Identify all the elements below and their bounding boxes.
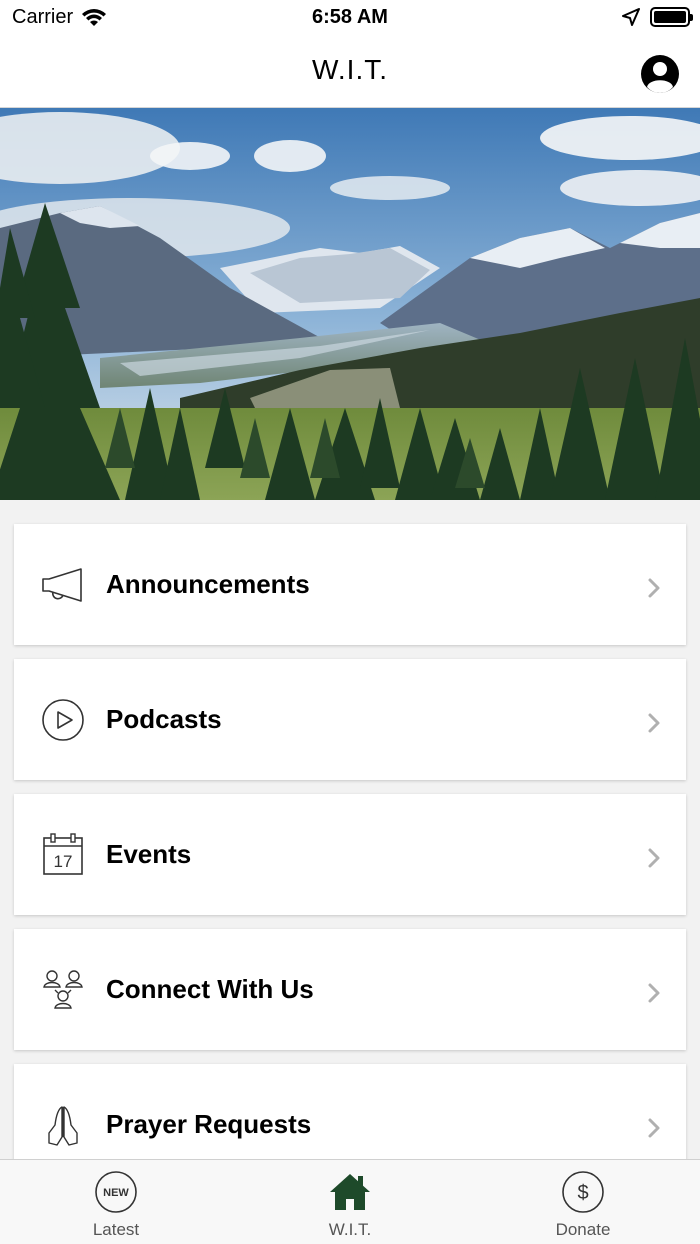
page-title: W.I.T. bbox=[312, 54, 388, 85]
menu-item-label: Prayer Requests bbox=[106, 1109, 312, 1139]
people-group-icon bbox=[40, 967, 86, 1013]
megaphone-icon bbox=[40, 562, 86, 608]
menu-item-podcasts[interactable]: Podcasts bbox=[14, 659, 686, 780]
chevron-right-icon bbox=[648, 983, 660, 1003]
new-badge-text: NEW bbox=[103, 1187, 129, 1199]
bottom-tab-bar: NEW Latest W.I.T. $ Donate bbox=[0, 1159, 700, 1244]
chevron-right-icon bbox=[648, 848, 660, 868]
hero-landscape-image bbox=[0, 108, 700, 500]
tab-wit[interactable]: W.I.T. bbox=[290, 1170, 410, 1240]
chevron-right-icon bbox=[648, 713, 660, 733]
status-indicators bbox=[622, 7, 693, 27]
tab-label: Donate bbox=[555, 1220, 611, 1239]
navigation-bar: W.I.T. bbox=[0, 36, 700, 108]
new-badge-icon: NEW bbox=[95, 1171, 137, 1213]
main-menu-list: Announcements Podcasts 17 Events Connect… bbox=[14, 524, 686, 1199]
menu-item-connect-with-us[interactable]: Connect With Us bbox=[14, 929, 686, 1050]
dollar-circle-icon: $ bbox=[562, 1171, 604, 1213]
profile-icon[interactable] bbox=[640, 54, 680, 94]
chevron-right-icon bbox=[648, 578, 660, 598]
dollar-sign-text: $ bbox=[577, 1182, 588, 1204]
menu-item-label: Connect With Us bbox=[106, 974, 314, 1004]
battery-icon bbox=[650, 7, 693, 27]
status-bar: Carrier 6:58 AM bbox=[0, 0, 700, 36]
tab-latest[interactable]: NEW Latest bbox=[56, 1170, 176, 1240]
status-time: 6:58 AM bbox=[312, 6, 388, 28]
menu-item-announcements[interactable]: Announcements bbox=[14, 524, 686, 645]
tab-label: Latest bbox=[92, 1220, 140, 1239]
calendar-icon: 17 bbox=[40, 832, 86, 878]
chevron-right-icon bbox=[648, 1118, 660, 1138]
location-arrow-icon bbox=[622, 8, 640, 26]
menu-item-label: Podcasts bbox=[106, 704, 222, 734]
calendar-day-number: 17 bbox=[54, 852, 73, 871]
menu-item-label: Events bbox=[106, 839, 192, 869]
tab-label: W.I.T. bbox=[328, 1220, 372, 1239]
tab-donate[interactable]: $ Donate bbox=[523, 1170, 643, 1240]
menu-item-label: Announcements bbox=[106, 569, 310, 599]
menu-item-events[interactable]: 17 Events bbox=[14, 794, 686, 915]
praying-hands-icon bbox=[40, 1102, 86, 1148]
play-circle-icon bbox=[40, 697, 86, 743]
home-icon bbox=[330, 1174, 370, 1210]
